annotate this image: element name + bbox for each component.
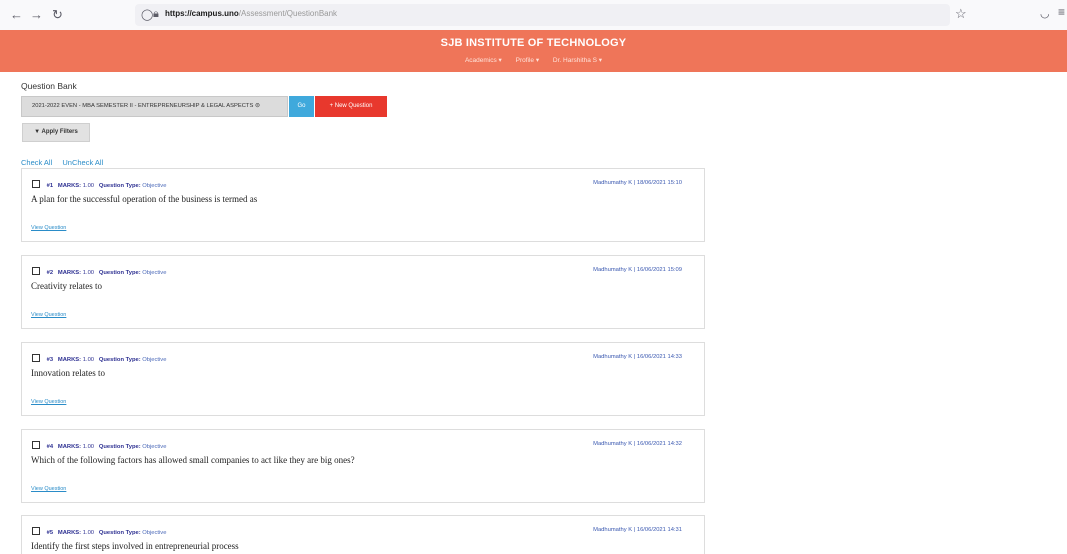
check-links: Check All UnCheck All	[21, 158, 111, 167]
marks-label: MARKS:	[57, 357, 82, 363]
author: Madhumathy K	[593, 267, 633, 273]
check-all-link[interactable]: Check All	[21, 158, 52, 167]
question-meta: #2 MARKS: 1.00 Question Type: Objective	[32, 267, 166, 276]
back-arrow-icon[interactable]: ←	[10, 7, 23, 22]
date: 16/06/2021 14:32	[636, 441, 682, 447]
url-text: https://campus.uno/Assessment/QuestionBa…	[165, 9, 337, 18]
question-number: #2	[46, 270, 54, 276]
marks-value: 1.00	[82, 183, 95, 189]
question-card: #3 MARKS: 1.00 Question Type: Objective …	[21, 342, 705, 416]
question-type-value: Objective	[142, 444, 167, 450]
author: Madhumathy K	[593, 527, 633, 533]
question-type-value: Objective	[142, 183, 167, 189]
browser-toolbar: ← → ↻ ◯ 🔒︎ https://campus.uno/Assessment…	[0, 0, 1067, 31]
question-card: #2 MARKS: 1.00 Question Type: Objective …	[21, 255, 705, 329]
view-question-link[interactable]: View Question	[31, 486, 66, 492]
question-checkbox[interactable]	[32, 354, 40, 362]
marks-value: 1.00	[82, 530, 95, 536]
question-meta: #4 MARKS: 1.00 Question Type: Objective	[32, 441, 166, 450]
question-author-date: Madhumathy K | 16/06/2021 15:09	[593, 267, 682, 273]
marks-label: MARKS:	[57, 444, 82, 450]
question-checkbox[interactable]	[32, 267, 40, 275]
question-meta: #1 MARKS: 1.00 Question Type: Objective	[32, 180, 166, 189]
nav-academics[interactable]: Academics ▾	[465, 57, 502, 64]
date: 16/06/2021 14:33	[636, 354, 682, 360]
question-text: A plan for the successful operation of t…	[31, 194, 258, 204]
question-number: #1	[46, 183, 54, 189]
date: 18/06/2021 15:10	[636, 180, 682, 186]
marks-value: 1.00	[82, 357, 95, 363]
question-meta: #3 MARKS: 1.00 Question Type: Objective	[32, 354, 166, 363]
question-type-label: Question Type:	[98, 444, 141, 450]
marks-value: 1.00	[82, 444, 95, 450]
page-title: Question Bank	[21, 81, 77, 91]
forward-arrow-icon[interactable]: →	[30, 7, 43, 22]
go-button[interactable]: Go	[289, 96, 314, 117]
question-author-date: Madhumathy K | 16/06/2021 14:32	[593, 441, 682, 447]
url-path: /Assessment/QuestionBank	[238, 9, 338, 18]
question-checkbox[interactable]	[32, 441, 40, 449]
marks-label: MARKS:	[57, 530, 82, 536]
shield-icon: ◯	[141, 9, 154, 21]
uncheck-all-link[interactable]: UnCheck All	[62, 158, 103, 167]
question-type-value: Objective	[142, 530, 167, 536]
nav-user[interactable]: Dr. Harshitha S ▾	[553, 57, 602, 64]
question-author-date: Madhumathy K | 16/06/2021 14:33	[593, 354, 682, 360]
question-type-label: Question Type:	[98, 530, 141, 536]
marks-value: 1.00	[82, 270, 95, 276]
institute-title: SJB INSTITUTE OF TECHNOLOGY	[440, 37, 627, 49]
question-author-date: Madhumathy K | 16/06/2021 14:31	[593, 527, 682, 533]
question-text: Identify the first steps involved in ent…	[31, 541, 239, 551]
url-host: https://campus.uno	[165, 9, 239, 18]
new-question-button[interactable]: + New Question	[315, 96, 387, 117]
question-type-value: Objective	[142, 270, 167, 276]
reload-icon[interactable]: ↻	[52, 7, 63, 23]
question-number: #4	[46, 444, 54, 450]
view-question-link[interactable]: View Question	[31, 225, 66, 231]
marks-label: MARKS:	[57, 183, 82, 189]
question-card: #4 MARKS: 1.00 Question Type: Objective …	[21, 429, 705, 503]
address-bar[interactable]: ◯ 🔒︎ https://campus.uno/Assessment/Quest…	[135, 4, 950, 26]
course-select[interactable]: 2021-2022 EVEN - MBA SEMESTER II - ENTRE…	[21, 96, 288, 117]
question-card: #1 MARKS: 1.00 Question Type: Objective …	[21, 168, 705, 242]
apply-filters-button[interactable]: ▼ Apply Filters	[22, 123, 90, 142]
question-checkbox[interactable]	[32, 180, 40, 188]
site-header: SJB INSTITUTE OF TECHNOLOGY Academics ▾ …	[0, 30, 1067, 72]
date: 16/06/2021 15:09	[636, 267, 682, 273]
view-question-link[interactable]: View Question	[31, 399, 66, 405]
header-nav: Academics ▾ Profile ▾ Dr. Harshitha S ▾	[0, 56, 1067, 64]
question-type-label: Question Type:	[98, 357, 141, 363]
question-author-date: Madhumathy K | 18/06/2021 15:10	[593, 180, 682, 186]
date: 16/06/2021 14:31	[636, 527, 682, 533]
bookmark-star-icon[interactable]: ☆	[955, 6, 967, 22]
question-type-label: Question Type:	[98, 183, 141, 189]
question-checkbox[interactable]	[32, 527, 40, 535]
view-question-link[interactable]: View Question	[31, 312, 66, 318]
chevron-down-icon: ⊜	[254, 103, 260, 109]
author: Madhumathy K	[593, 441, 633, 447]
question-card: #5 MARKS: 1.00 Question Type: Objective …	[21, 515, 705, 554]
question-type-value: Objective	[142, 357, 167, 363]
lock-icon: 🔒︎	[153, 8, 159, 20]
pocket-icon[interactable]: ◡	[1040, 7, 1050, 20]
author: Madhumathy K	[593, 180, 633, 186]
question-text: Innovation relates to	[31, 368, 105, 378]
menu-icon[interactable]: ≡	[1058, 5, 1065, 19]
question-type-label: Question Type:	[98, 270, 141, 276]
question-number: #3	[46, 357, 54, 363]
question-meta: #5 MARKS: 1.00 Question Type: Objective	[32, 527, 166, 536]
question-text: Creativity relates to	[31, 281, 102, 291]
nav-profile[interactable]: Profile ▾	[516, 57, 540, 64]
author: Madhumathy K	[593, 354, 633, 360]
marks-label: MARKS:	[57, 270, 82, 276]
question-text: Which of the following factors has allow…	[31, 455, 355, 465]
course-select-value: 2021-2022 EVEN - MBA SEMESTER II - ENTRE…	[32, 103, 254, 109]
question-number: #5	[46, 530, 54, 536]
